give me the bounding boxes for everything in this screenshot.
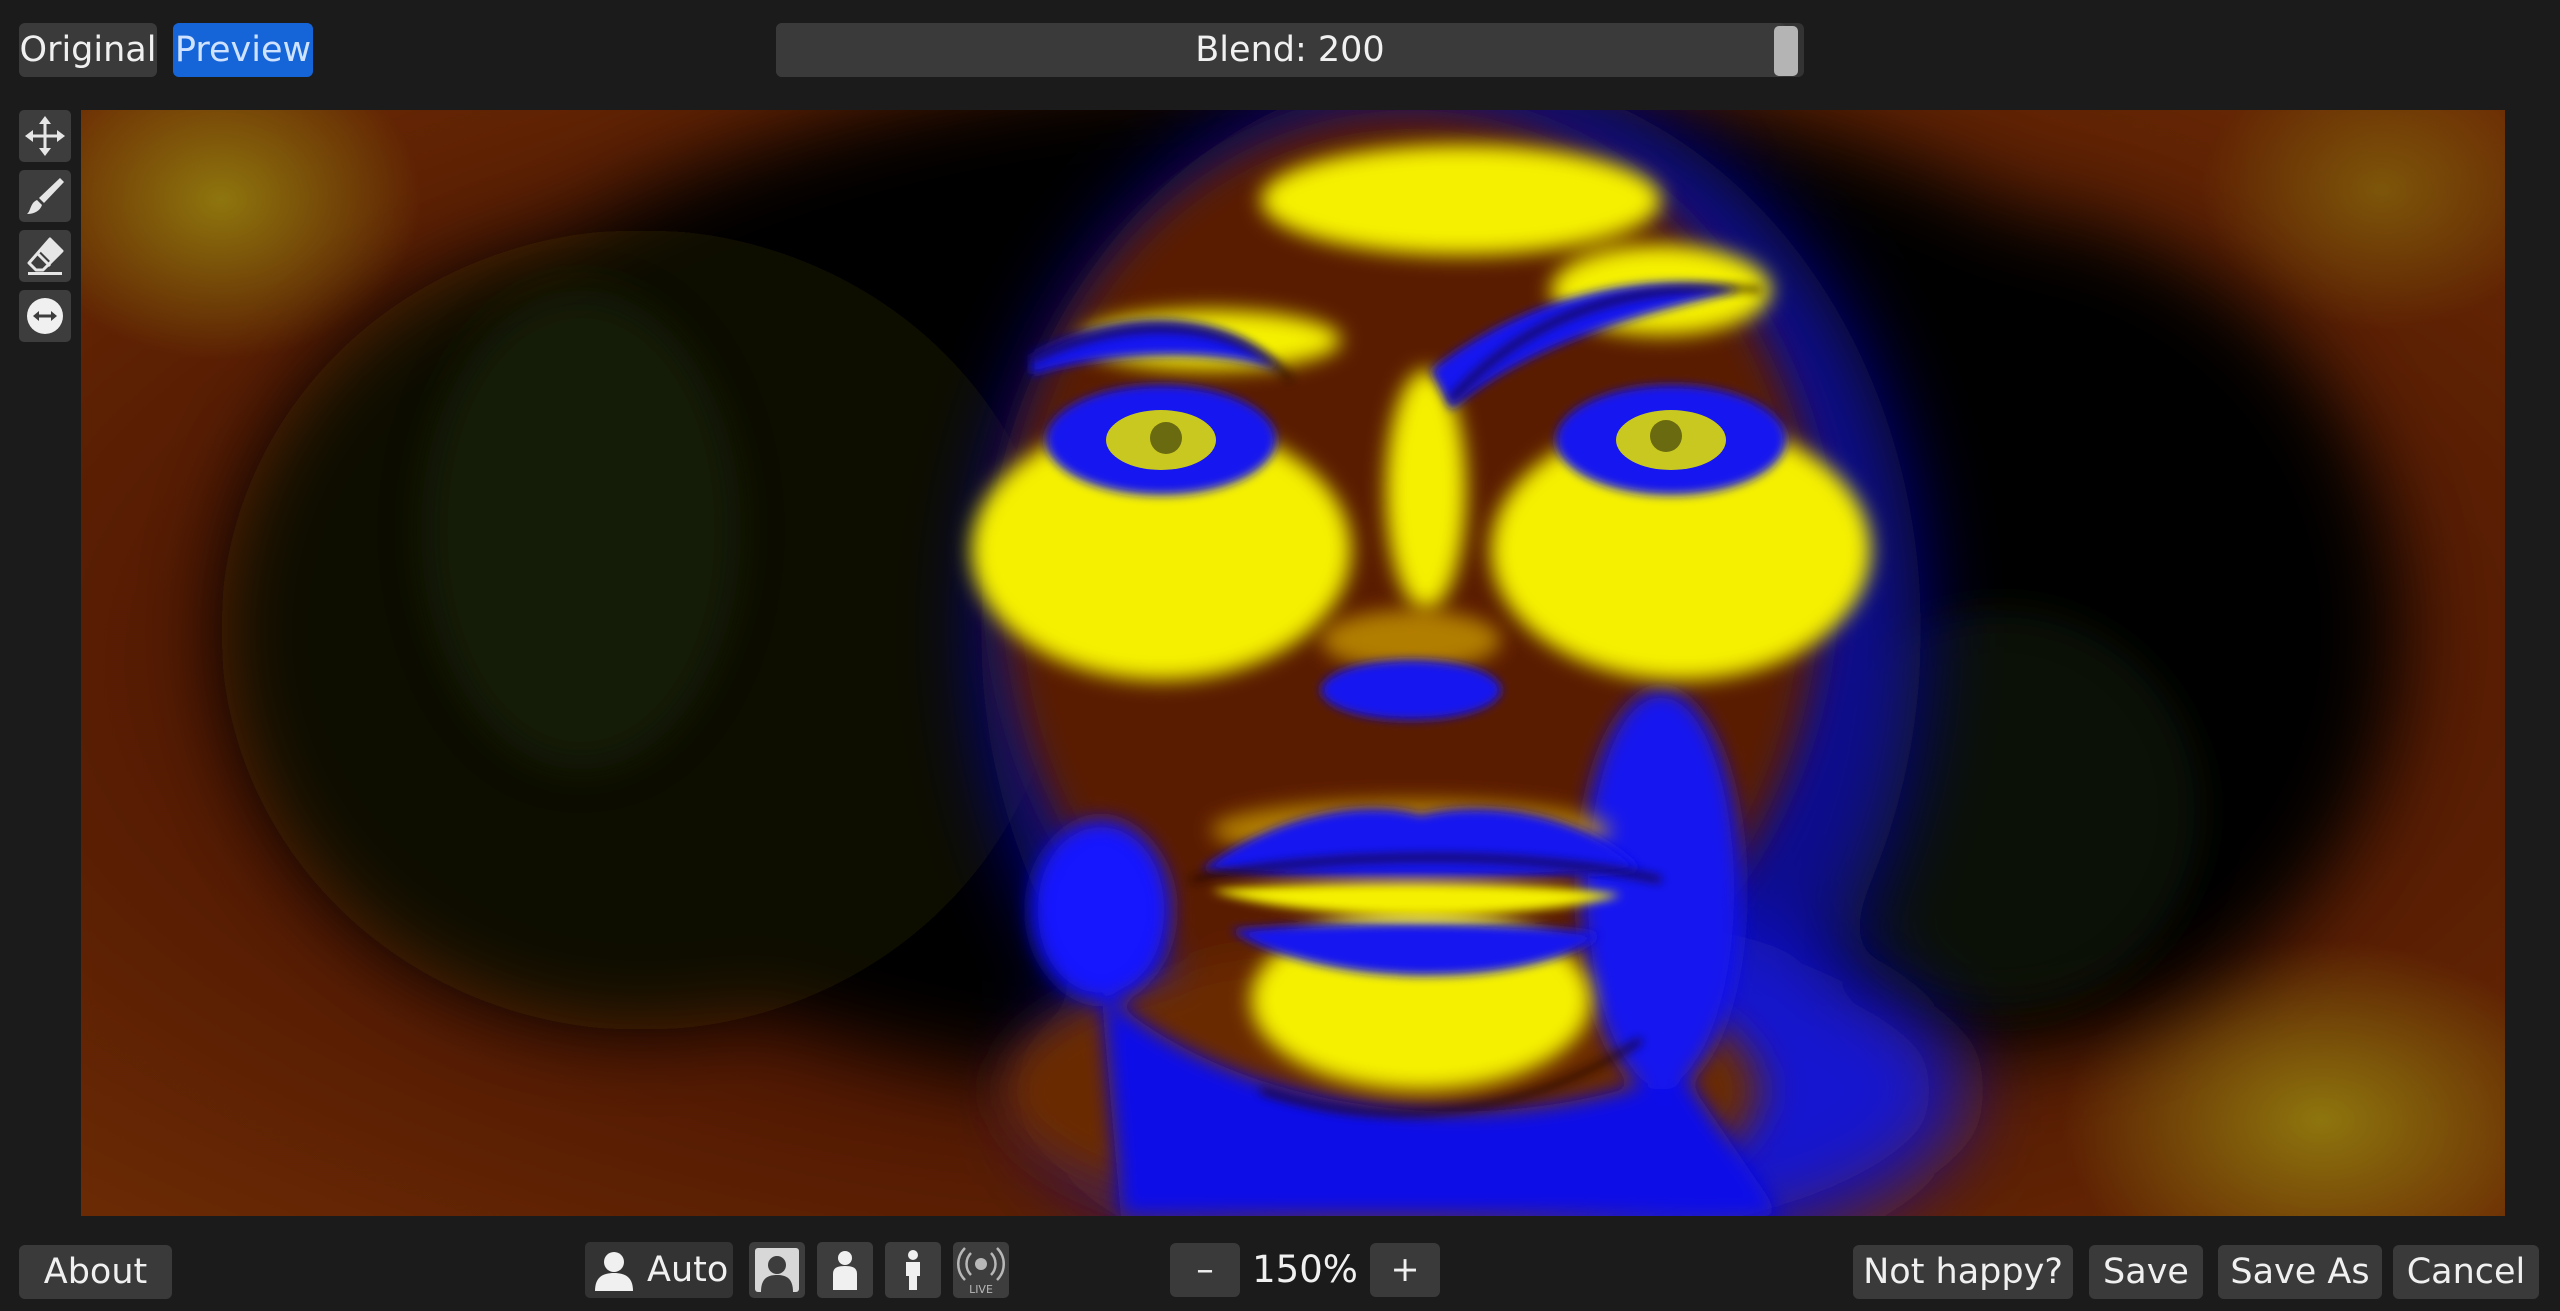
portrait-icon bbox=[755, 1248, 799, 1292]
image-canvas[interactable] bbox=[81, 110, 2505, 1216]
adjust-icon bbox=[27, 298, 63, 334]
eraser-icon bbox=[27, 237, 64, 275]
save-as-button[interactable]: Save As bbox=[2218, 1245, 2382, 1299]
brush-icon bbox=[27, 178, 64, 214]
cancel-button[interactable]: Cancel bbox=[2393, 1245, 2539, 1299]
mode-full-body-button[interactable] bbox=[885, 1242, 941, 1298]
zoom-level: 150% bbox=[1252, 1248, 1358, 1291]
mode-live-button[interactable]: LIVE bbox=[953, 1242, 1009, 1298]
brush-tool-button[interactable] bbox=[19, 170, 71, 222]
half-body-icon bbox=[833, 1251, 857, 1290]
zoom-in-button[interactable]: + bbox=[1370, 1243, 1440, 1297]
live-label: LIVE bbox=[969, 1283, 993, 1295]
save-button[interactable]: Save bbox=[2089, 1245, 2203, 1299]
mode-auto-button[interactable]: Auto bbox=[585, 1242, 733, 1298]
blend-slider[interactable]: Blend: 200 bbox=[776, 23, 1804, 77]
adjust-tool-button[interactable] bbox=[19, 290, 71, 342]
move-icon bbox=[25, 116, 65, 156]
blend-slider-handle[interactable] bbox=[1774, 26, 1798, 76]
about-button[interactable]: About bbox=[19, 1245, 172, 1299]
mode-face-button[interactable] bbox=[749, 1242, 805, 1298]
blend-slider-label: Blend: 200 bbox=[1195, 30, 1385, 70]
mode-auto-label: Auto bbox=[647, 1250, 729, 1290]
original-button[interactable]: Original bbox=[19, 23, 157, 77]
full-body-icon bbox=[906, 1250, 920, 1290]
live-broadcast-icon: LIVE bbox=[957, 1247, 1005, 1295]
move-tool-button[interactable] bbox=[19, 110, 71, 162]
preview-image bbox=[81, 110, 2505, 1216]
app-window: Original Preview Blend: 200 About Auto L… bbox=[0, 0, 2560, 1311]
preview-button[interactable]: Preview bbox=[173, 23, 313, 77]
not-happy-button[interactable]: Not happy? bbox=[1853, 1245, 2073, 1299]
zoom-out-button[interactable]: – bbox=[1170, 1243, 1240, 1297]
mode-half-body-button[interactable] bbox=[817, 1242, 873, 1298]
eraser-tool-button[interactable] bbox=[19, 230, 71, 282]
person-icon bbox=[595, 1252, 633, 1291]
